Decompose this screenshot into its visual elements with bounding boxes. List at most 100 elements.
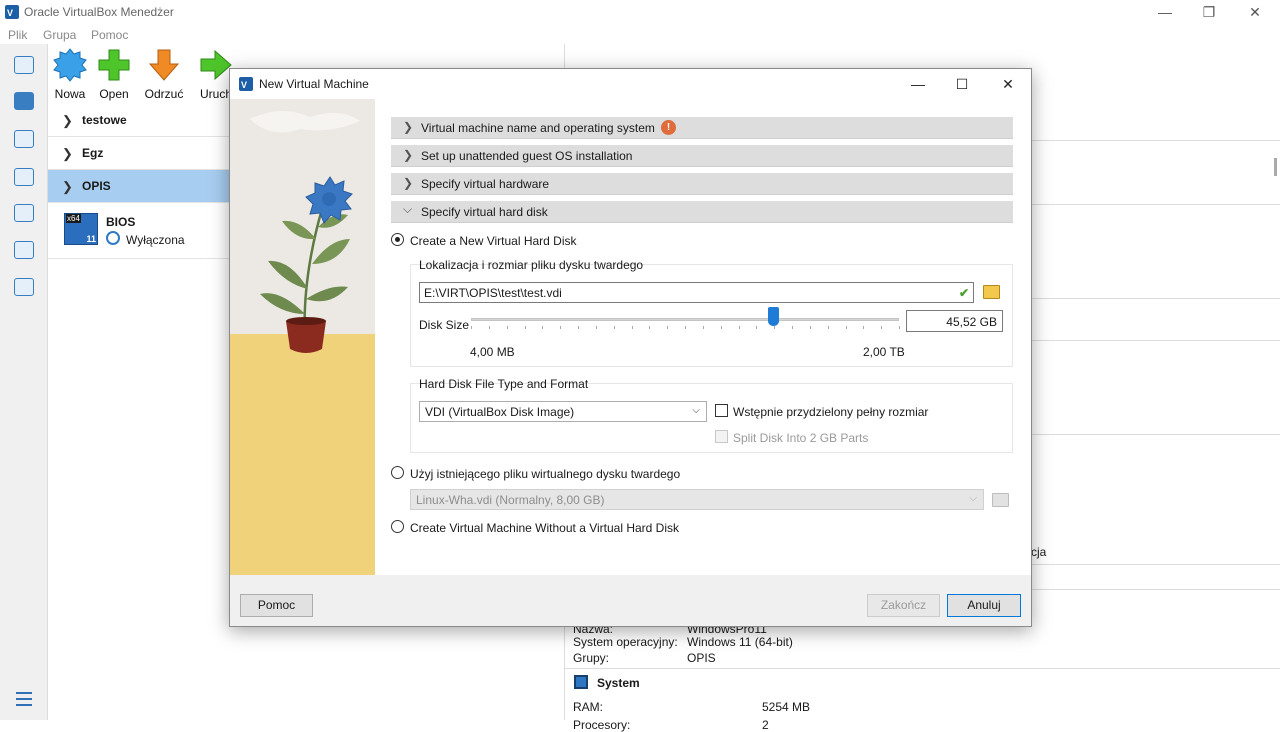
section-label: Set up unattended guest OS installation <box>421 149 633 163</box>
detail-key: System operacyjny: <box>573 635 678 649</box>
divider <box>1031 204 1280 205</box>
slider-tick <box>542 326 543 329</box>
group-name: OPIS <box>82 179 111 193</box>
vm-list: ❯ testowe ❯ Egz ❯ OPIS x64 11 BIOS Wyłąc… <box>48 104 233 259</box>
menu-plik[interactable]: Plik <box>8 28 27 42</box>
chevron-down-icon: ⌵ <box>969 493 977 504</box>
details-scrollbar[interactable] <box>1274 158 1277 176</box>
media-icon[interactable] <box>14 168 34 186</box>
chip-icon <box>574 675 588 689</box>
section-label: Virtual machine name and operating syste… <box>421 121 655 135</box>
os-badge-arch: x64 <box>66 214 81 223</box>
chevron-right-icon: ❯ <box>403 148 414 162</box>
finish-button[interactable]: Zakończ <box>867 594 940 617</box>
minimize-button[interactable]: — <box>1150 2 1180 22</box>
slider-tick <box>863 326 864 329</box>
group-name: testowe <box>82 113 127 127</box>
no-disk-label: Create Virtual Machine Without a Virtual… <box>410 521 680 535</box>
radio-no-disk[interactable] <box>391 520 404 533</box>
machines-icon[interactable] <box>14 92 34 110</box>
slider-tick <box>828 326 829 329</box>
discard-button[interactable]: Odrzuć <box>142 48 186 101</box>
group-testowe[interactable]: ❯ testowe <box>48 104 233 137</box>
new-vm-button[interactable]: Nowa <box>48 48 92 101</box>
slider-tick <box>721 326 722 329</box>
preallocate-label: Wstępnie przydzielony pełny rozmiar <box>733 405 929 419</box>
disk-path-input[interactable]: E:\VIRT\OPIS\test\test.vdi ✔ <box>419 282 974 303</box>
menubar: Plik Grupa Pomoc <box>0 24 1280 44</box>
section-label: Specify virtual hardware <box>421 177 550 191</box>
use-existing-disk-label: Użyj istniejącego pliku wirtualnego dysk… <box>410 467 681 481</box>
slider-tick <box>560 326 561 329</box>
disk-size-max: 2,00 TB <box>863 345 905 359</box>
chevron-down-icon: ⌵ <box>692 405 700 416</box>
main-toolbar: Nowa Open Odrzuć Uruch <box>48 44 248 102</box>
detail-value: 5254 MB <box>762 700 811 714</box>
restore-button[interactable]: ❐ <box>1194 2 1224 22</box>
dialog-title: New Virtual Machine <box>259 77 369 91</box>
system-header[interactable]: System <box>597 676 640 690</box>
warning-icon: ! <box>661 120 676 135</box>
menu-pomoc[interactable]: Pomoc <box>91 28 128 42</box>
radio-use-existing-disk[interactable] <box>391 466 404 479</box>
network-icon[interactable] <box>14 204 34 222</box>
group-opis[interactable]: ❯ OPIS <box>48 170 233 203</box>
vm-name: BIOS <box>106 215 136 229</box>
section-name-os[interactable]: ❯ Virtual machine name and operating sys… <box>391 117 1013 139</box>
svg-text:V: V <box>241 80 247 90</box>
menu-grupa[interactable]: Grupa <box>43 28 76 42</box>
disk-size-slider[interactable] <box>471 318 899 321</box>
disk-size-input[interactable]: 45,52 GB <box>906 310 1003 332</box>
powered-off-icon <box>106 231 120 245</box>
section-unattended[interactable]: ❯ Set up unattended guest OS installatio… <box>391 145 1013 167</box>
section-hardware[interactable]: ❯ Specify virtual hardware <box>391 173 1013 195</box>
close-button[interactable]: ✕ <box>1240 2 1270 22</box>
add-icon <box>98 49 130 81</box>
disk-size-min: 4,00 MB <box>470 345 515 359</box>
preallocate-checkbox[interactable] <box>715 404 728 417</box>
main-titlebar: V Oracle VirtualBox Menedżer — ❐ ✕ <box>0 0 1280 24</box>
folder-icon[interactable] <box>983 285 1000 299</box>
cloud-icon[interactable] <box>14 241 34 259</box>
vm-item-bios[interactable]: x64 11 BIOS Wyłączona <box>48 203 233 259</box>
slider-tick <box>507 326 508 329</box>
open-button[interactable]: Open <box>92 48 136 101</box>
extensions-icon[interactable] <box>14 130 34 148</box>
slider-tick <box>667 326 668 329</box>
flower-plant-icon <box>250 110 360 353</box>
svg-text:V: V <box>7 8 13 18</box>
dialog-close-button[interactable]: ✕ <box>988 73 1028 95</box>
slider-tick <box>774 326 775 329</box>
group-egz[interactable]: ❯ Egz <box>48 137 233 170</box>
divider <box>1031 434 1280 435</box>
divider <box>1031 298 1280 299</box>
dialog-maximize-button[interactable]: ☐ <box>942 73 982 95</box>
split-disk-checkbox[interactable] <box>715 430 728 443</box>
radio-create-new-disk[interactable] <box>391 233 404 246</box>
slider-tick <box>596 326 597 329</box>
windows-11-icon: x64 11 <box>64 213 98 245</box>
disk-format-select[interactable]: VDI (VirtualBox Disk Image) ⌵ <box>419 401 707 422</box>
slider-tick <box>810 326 811 329</box>
chevron-right-icon: ❯ <box>62 146 73 161</box>
create-new-disk-label: Create a New Virtual Hard Disk <box>410 234 577 248</box>
wizard-illustration <box>230 99 375 575</box>
new-vm-icon <box>53 48 87 82</box>
list-menu-icon[interactable] <box>16 692 32 706</box>
help-button[interactable]: Pomoc <box>240 594 313 617</box>
dialog-minimize-button[interactable]: — <box>898 73 938 95</box>
section-hard-disk[interactable]: ⌵ Specify virtual hard disk <box>391 201 1013 223</box>
folder-icon[interactable] <box>992 493 1009 507</box>
existing-disk-select[interactable]: Linux-Wha.vdi (Normalny, 8,00 GB) ⌵ <box>410 489 984 510</box>
slider-tick <box>899 326 900 329</box>
divider <box>1031 589 1280 590</box>
slider-tick <box>756 326 757 329</box>
activities-icon[interactable] <box>14 278 34 296</box>
slider-tick <box>792 326 793 329</box>
chevron-right-icon: ❯ <box>62 113 73 128</box>
discard-icon <box>148 49 180 81</box>
welcome-icon[interactable] <box>14 56 34 74</box>
cancel-button[interactable]: Anuluj <box>947 594 1021 617</box>
slider-tick <box>614 326 615 329</box>
disk-size-slider-handle[interactable] <box>767 307 779 326</box>
